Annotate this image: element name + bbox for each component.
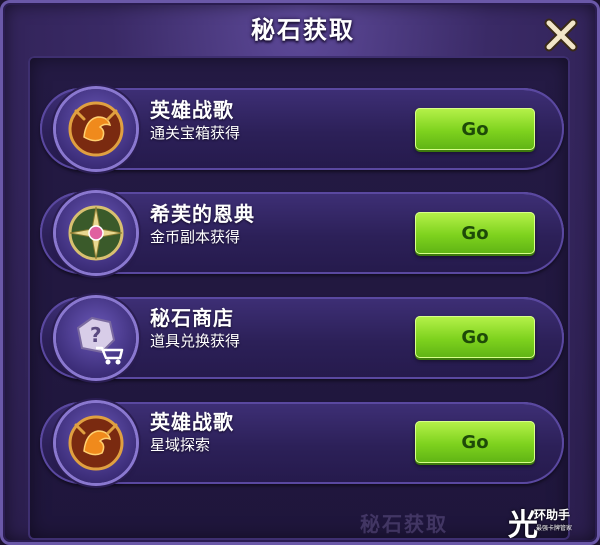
source-title-3: 秘石商店 bbox=[150, 306, 234, 330]
go-button-4[interactable]: Go bbox=[415, 421, 535, 463]
logo-tagline: 最强卡牌管家 bbox=[536, 525, 573, 532]
source-subtitle-3: 道具兑换获得 bbox=[150, 332, 241, 350]
source-subtitle-4: 星域探索 bbox=[150, 436, 211, 454]
source-subtitle-2: 金币副本获得 bbox=[150, 228, 241, 246]
go-button-3[interactable]: Go bbox=[415, 316, 535, 358]
source-title-1: 英雄战歌 bbox=[150, 98, 234, 122]
hero-anthem-icon bbox=[56, 89, 136, 169]
logo-name: 环助手 bbox=[534, 508, 571, 522]
watermark-text: 秘石获取 bbox=[360, 512, 448, 536]
dialog-title: 秘石获取 bbox=[251, 15, 355, 44]
shop-cart-icon: ? bbox=[56, 298, 136, 378]
app-logo: 光 环助手 最强卡牌管家 bbox=[508, 500, 598, 543]
source-title-4: 英雄战歌 bbox=[150, 410, 234, 434]
sif-grace-icon bbox=[56, 193, 136, 273]
close-button[interactable] bbox=[543, 17, 579, 53]
close-x-icon bbox=[544, 18, 578, 52]
title-bar: 秘石获取 bbox=[3, 3, 600, 51]
source-title-2: 希芙的恩典 bbox=[150, 202, 255, 226]
svg-text:?: ? bbox=[90, 323, 102, 347]
source-subtitle-1: 通关宝箱获得 bbox=[150, 124, 241, 142]
hero-anthem-icon bbox=[56, 403, 136, 483]
go-button-2[interactable]: Go bbox=[415, 212, 535, 254]
go-button-1[interactable]: Go bbox=[415, 108, 535, 150]
